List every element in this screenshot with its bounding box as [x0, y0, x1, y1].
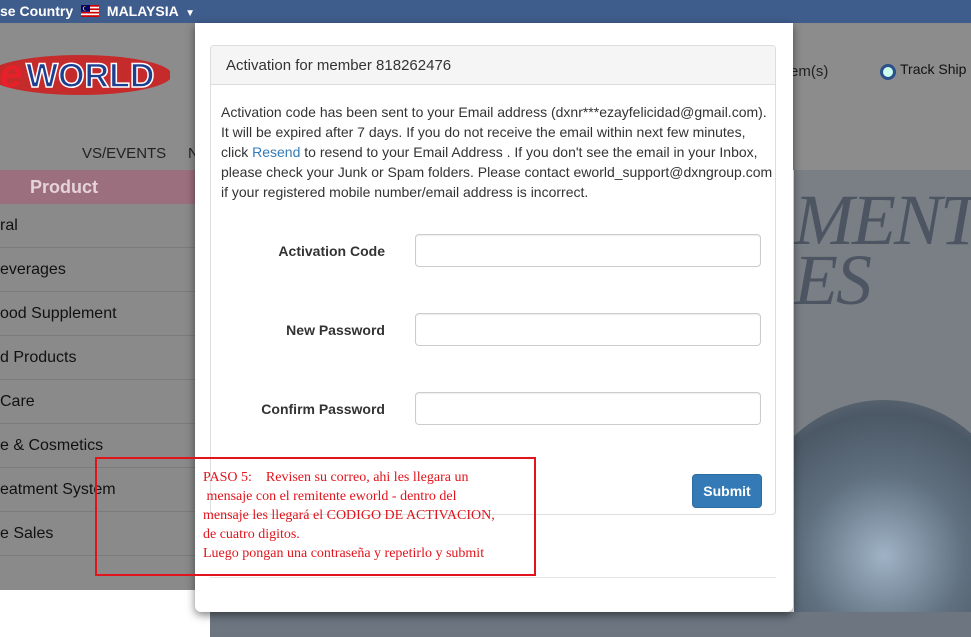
sidebar-item[interactable]: d Products — [0, 337, 196, 380]
nav-item-news-events[interactable]: VS/EVENTS — [82, 145, 166, 162]
magnifier-icon — [880, 64, 896, 80]
banner-line-2: ES — [794, 240, 872, 320]
sidebar-item[interactable]: ood Supplement — [0, 293, 196, 336]
eworld-logo[interactable]: e WORLD — [0, 43, 170, 103]
promo-banner[interactable]: MENT ES — [794, 170, 971, 637]
sidebar-item-label: ral — [0, 217, 18, 234]
sidebar-item[interactable]: everages — [0, 249, 196, 292]
message-text-2: to resend to your Email Address . If you… — [221, 144, 773, 200]
resend-link[interactable]: Resend — [252, 144, 300, 160]
panel-header: Activation for member 818262476 — [211, 46, 775, 85]
country-label: se Country — [0, 3, 74, 19]
svg-text:WORLD: WORLD — [26, 57, 154, 95]
annotation-text: PASO 5: Revisen su correo, ahi les llega… — [203, 470, 495, 561]
product-heading-label: Product — [30, 177, 99, 197]
new-password-input[interactable] — [415, 313, 761, 346]
sidebar-item-label: d Products — [0, 349, 77, 366]
sidebar-item-label: e Sales — [0, 525, 54, 542]
cart-items-label[interactable]: em(s) — [790, 63, 828, 80]
water-splash-image — [794, 400, 971, 637]
country-bar: se Country MALAYSIA ▼ — [0, 0, 971, 23]
country-value: MALAYSIA — [106, 3, 179, 19]
activation-code-input[interactable] — [415, 234, 761, 267]
sidebar-item[interactable]: Care — [0, 381, 196, 424]
banner-headline: MENT ES — [794, 184, 971, 316]
confirm-password-label: Confirm Password — [261, 401, 385, 417]
sidebar-item-label: Care — [0, 393, 35, 410]
banner-bottom-strip — [210, 612, 971, 637]
malaysia-flag-icon — [81, 5, 100, 17]
activation-message: Activation code has been sent to your Em… — [221, 102, 773, 202]
activation-code-label: Activation Code — [278, 243, 385, 259]
country-selector[interactable]: se Country MALAYSIA ▼ — [0, 3, 195, 19]
modal-title: Activation for member 818262476 — [226, 57, 452, 74]
modal-footer-divider — [210, 577, 776, 578]
track-shipment-link[interactable]: Track Ship — [880, 61, 966, 80]
chevron-down-icon: ▼ — [185, 8, 196, 19]
sidebar-item-label: everages — [0, 261, 66, 278]
confirm-password-input[interactable] — [415, 392, 761, 425]
new-password-label: New Password — [286, 322, 385, 338]
product-heading: Product — [0, 170, 196, 204]
svg-text:e: e — [0, 52, 22, 96]
activation-panel: Activation for member 818262476 Activati… — [210, 45, 776, 515]
sidebar-item-label: ood Supplement — [0, 305, 117, 322]
track-shipment-label: Track Ship — [900, 61, 967, 77]
sidebar-item-label: e & Cosmetics — [0, 437, 104, 454]
sidebar-item[interactable]: ral — [0, 205, 196, 248]
submit-button[interactable]: Submit — [692, 474, 762, 508]
